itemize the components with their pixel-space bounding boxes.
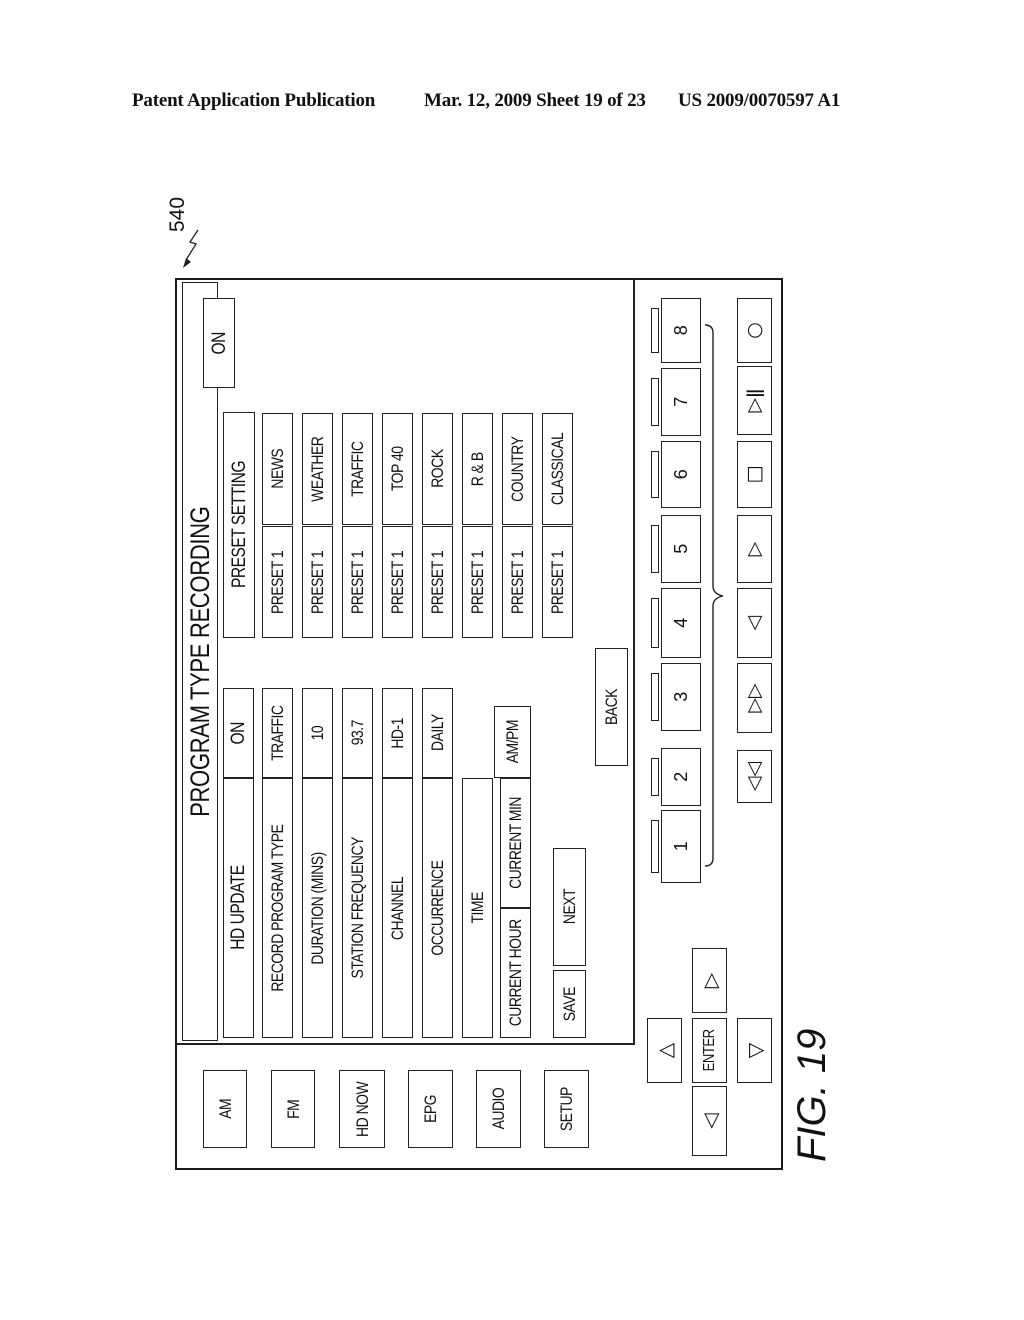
duration-value[interactable]: 10 [302,688,333,778]
preset-key-6[interactable]: 6 [661,441,701,508]
preset-slot-button[interactable]: PRESET 1 [462,526,493,638]
figure-label: FIG. 19 [790,1028,834,1162]
nav-am-button[interactable]: AM [203,1070,247,1148]
preset-slot-button[interactable]: PRESET 1 [342,526,373,638]
preset-program-type-button[interactable]: WEATHER [302,413,333,525]
reverse-play-button[interactable]: ◁ [737,588,772,658]
preset-slot-button[interactable]: PRESET 1 [262,526,293,638]
preset-key-1[interactable]: 1 [661,810,701,883]
preset-indicator [651,598,659,648]
play-pause-icon: ▷ǁ [743,388,765,413]
leader-arrow-icon [183,229,199,268]
up-triangle-icon: △ [652,1042,677,1059]
nav-audio-button[interactable]: AUDIO [476,1070,521,1148]
page-title: PROGRAM TYPE RECORDING [182,282,218,1041]
program-type-value[interactable]: TRAFFIC [262,688,293,778]
fast-forward-icon: ▷▷ [743,683,765,713]
preset-slot-button[interactable]: PRESET 1 [302,526,333,638]
current-min-field[interactable]: CURRENT MIN [500,778,531,908]
rewind-icon: ◁◁ [743,761,765,792]
dpad-down-button[interactable]: ▽ [737,1018,772,1083]
fast-forward-button[interactable]: ▷▷ [737,663,772,733]
right-triangle-icon: ▷ [697,972,722,989]
enter-button[interactable]: ENTER [692,1018,727,1083]
preset-key-3[interactable]: 3 [661,663,701,731]
preset-program-type-button[interactable]: NEWS [262,413,293,525]
channel-value[interactable]: HD-1 [382,688,413,778]
reverse-play-icon: ◁ [743,615,765,631]
stop-icon: □ [743,465,765,484]
setting-label-duration: DURATION (MINS) [302,778,333,1038]
stop-button[interactable]: □ [737,441,772,508]
current-hour-field[interactable]: CURRENT HOUR [500,908,531,1038]
setting-label-time: TIME [462,778,493,1038]
dpad-left-button[interactable]: ◁ [692,1086,727,1156]
preset-slot-button[interactable]: PRESET 1 [382,526,413,638]
reference-numeral: 540 [166,196,189,232]
rewind-button[interactable]: ◁◁ [737,750,772,803]
publication-date-sheet: Mar. 12, 2009 Sheet 19 of 23 [424,90,646,111]
preset-slot-button[interactable]: PRESET 1 [542,526,573,638]
preset-setting-toggle[interactable]: ON [203,298,235,388]
play-pause-button[interactable]: ▷ǁ [737,366,772,435]
preset-program-type-button[interactable]: COUNTRY [502,413,533,525]
next-button[interactable]: NEXT [553,848,586,966]
preset-indicator [651,758,659,796]
down-triangle-icon: ▽ [742,1042,767,1059]
publication-type: Patent Application Publication [132,90,376,111]
radio-screen: PROGRAM TYPE RECORDING AM FM HD NOW EPG … [175,278,783,1170]
publication-number: US 2009/0070597 A1 [678,90,841,111]
preset-key-4[interactable]: 4 [661,588,701,658]
play-button[interactable]: ▷ [737,515,772,583]
preset-indicator [651,820,659,873]
am-pm-field[interactable]: AM/PM [494,706,531,778]
dpad-up-button[interactable]: △ [647,1018,682,1083]
left-triangle-icon: ◁ [697,1113,722,1129]
record-icon: ○ [743,322,765,339]
preset-slot-button[interactable]: PRESET 1 [422,526,453,638]
preset-keys-brace [704,324,724,867]
preset-key-5[interactable]: 5 [661,515,701,583]
preset-key-2[interactable]: 2 [661,748,701,806]
preset-indicator [651,673,659,721]
preset-indicator [651,378,659,426]
setting-label-record-program-type: RECORD PROGRAM TYPE [262,778,293,1038]
preset-program-type-button[interactable]: ROCK [422,413,453,525]
nav-epg-button[interactable]: EPG [408,1070,453,1148]
preset-program-type-button[interactable]: R & B [462,413,493,525]
nav-setup-button[interactable]: SETUP [544,1070,589,1148]
preset-setting-header: PRESET SETTING [223,412,255,638]
panel-divider [633,278,635,1045]
nav-divider [177,1043,635,1045]
preset-slot-button[interactable]: PRESET 1 [502,526,533,638]
station-frequency-value[interactable]: 93.7 [342,688,373,778]
nav-hd-now-button[interactable]: HD NOW [339,1070,385,1148]
preset-program-type-button[interactable]: TRAFFIC [342,413,373,525]
save-button[interactable]: SAVE [553,970,586,1038]
preset-key-8[interactable]: 8 [661,298,701,363]
back-button[interactable]: BACK [595,648,628,766]
preset-indicator [651,525,659,573]
preset-program-type-button[interactable]: CLASSICAL [542,413,573,525]
setting-label-occurrence: OCCURRENCE [422,778,453,1038]
occurrence-value[interactable]: DAILY [422,688,453,778]
setting-label-hd-update: HD UPDATE [223,778,254,1038]
setting-label-station-frequency: STATION FREQUENCY [342,778,373,1038]
dpad-right-button[interactable]: ▷ [692,948,727,1013]
record-button[interactable]: ○ [737,298,772,363]
preset-indicator [651,308,659,353]
preset-program-type-button[interactable]: TOP 40 [382,413,413,525]
preset-indicator [651,451,659,498]
hd-update-toggle[interactable]: ON [223,688,254,778]
setting-label-channel: CHANNEL [382,778,413,1038]
play-icon: ▷ [743,541,765,557]
preset-key-7[interactable]: 7 [661,368,701,436]
nav-fm-button[interactable]: FM [271,1070,315,1148]
